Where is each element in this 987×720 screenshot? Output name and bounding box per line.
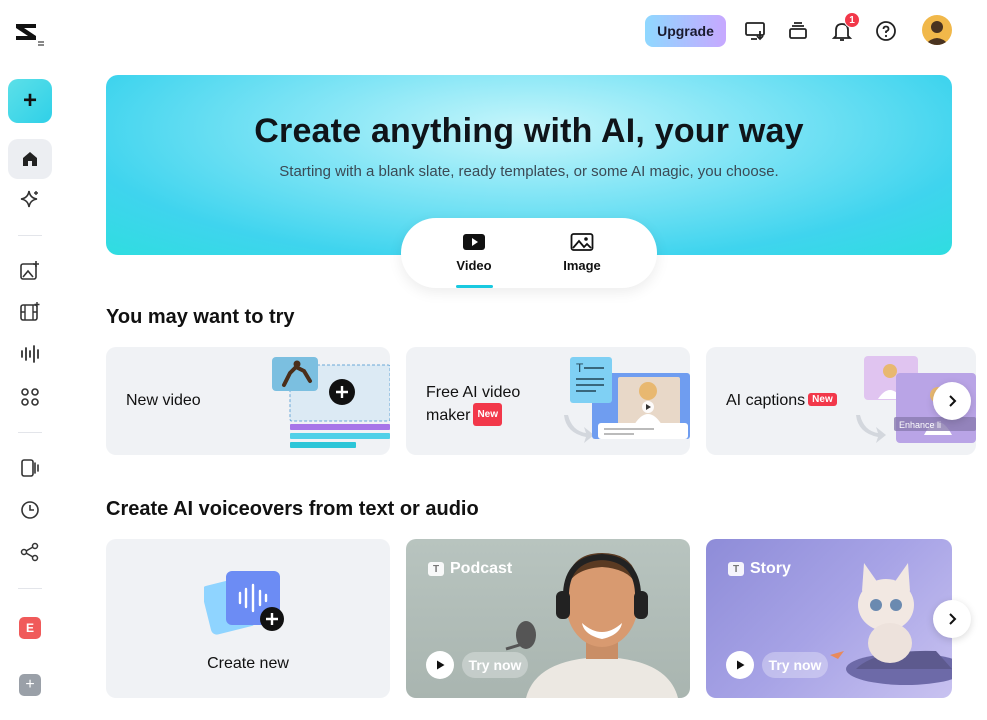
- stack-icon: [789, 22, 807, 39]
- section-title-try: You may want to try: [106, 306, 295, 328]
- sidebar-item-ai[interactable]: [8, 180, 52, 220]
- story-tag-label: Story: [750, 560, 791, 577]
- card-label-text: AI captions: [726, 392, 806, 409]
- plus-icon: +: [22, 87, 37, 114]
- active-tab-indicator: [456, 285, 493, 288]
- clock-icon: [21, 501, 39, 519]
- card-label: Free AI video maker New: [426, 382, 520, 426]
- sidebar-divider: [18, 235, 42, 236]
- section-title-voiceovers: Create AI voiceovers from text or audio: [106, 498, 479, 520]
- tab-image[interactable]: Image: [547, 232, 617, 282]
- play-icon: [437, 660, 445, 670]
- app-root: + E + Upgrade 1 Create anything with AI,…: [0, 0, 987, 720]
- play-icon: [737, 660, 745, 670]
- tab-image-label: Image: [563, 258, 601, 273]
- capcut-logo[interactable]: [12, 18, 48, 48]
- chevron-right-icon: [949, 613, 957, 625]
- help-icon: [876, 21, 896, 41]
- try-carousel-next-button[interactable]: [933, 382, 971, 420]
- film-plus-icon: [20, 302, 40, 321]
- slides-icon: [21, 459, 39, 477]
- caption-overlay-text: Enhance li: [899, 420, 941, 430]
- new-video-card[interactable]: New video: [106, 347, 390, 455]
- card-label: AI captions New: [726, 392, 837, 410]
- share-icon: [20, 542, 39, 562]
- voiceover-create-icon: [204, 571, 284, 635]
- podcast-tag: T Podcast: [428, 560, 512, 578]
- card-label-line2: maker New: [426, 403, 520, 426]
- notification-badge: 1: [844, 12, 860, 28]
- sidebar-item-audio[interactable]: [8, 334, 52, 374]
- image-plus-icon: [20, 261, 39, 280]
- story-voiceover-card[interactable]: T Story Try now: [706, 539, 952, 698]
- team-space-badge[interactable]: E: [19, 617, 41, 639]
- card-label: New video: [126, 392, 201, 409]
- ai-video-maker-illustration: T: [564, 357, 690, 443]
- new-badge: New: [808, 393, 837, 406]
- chevron-right-icon: [949, 395, 957, 407]
- desktop-download-icon: [745, 22, 765, 41]
- sidebar-item-image[interactable]: [8, 251, 52, 291]
- card-label-line2-text: maker: [426, 407, 471, 424]
- upgrade-button[interactable]: Upgrade: [645, 15, 726, 47]
- voiceover-carousel-next-button[interactable]: [933, 600, 971, 638]
- tab-video[interactable]: Video: [439, 232, 509, 282]
- sidebar-divider: [18, 432, 42, 433]
- add-space-button[interactable]: +: [19, 674, 41, 696]
- apps-grid-icon: [21, 388, 39, 406]
- card-label-line1: Free AI video: [426, 384, 521, 401]
- user-avatar[interactable]: [922, 15, 952, 45]
- audio-wave-icon: [21, 345, 39, 363]
- text-icon: T: [428, 562, 444, 576]
- sidebar: + E +: [0, 0, 60, 720]
- create-voiceover-card[interactable]: Create new: [106, 539, 390, 698]
- video-play-icon: [463, 234, 485, 250]
- sidebar-item-slides[interactable]: [8, 448, 52, 488]
- subscription-button[interactable]: [783, 16, 813, 46]
- sidebar-item-share[interactable]: [8, 532, 52, 572]
- sparkle-icon: [20, 190, 38, 208]
- podcast-try-now-button[interactable]: Try now: [462, 652, 528, 678]
- sidebar-item-video[interactable]: [8, 292, 52, 332]
- story-tag: T Story: [728, 560, 791, 578]
- podcast-play-button[interactable]: [426, 651, 454, 679]
- desktop-download-button[interactable]: [740, 16, 770, 46]
- creation-type-tabs: Video Image: [401, 218, 657, 288]
- story-try-now-button[interactable]: Try now: [762, 652, 828, 678]
- podcast-tag-label: Podcast: [450, 560, 513, 577]
- svg-text:T: T: [576, 361, 584, 375]
- story-play-button[interactable]: [726, 651, 754, 679]
- image-icon: [570, 233, 594, 251]
- sidebar-item-apps[interactable]: [8, 377, 52, 417]
- text-icon: T: [728, 562, 744, 576]
- create-new-label: Create new: [207, 655, 289, 672]
- sidebar-item-recent[interactable]: [8, 490, 52, 530]
- podcast-voiceover-card[interactable]: T Podcast Try now: [406, 539, 690, 698]
- sidebar-divider: [18, 588, 42, 589]
- new-badge: New: [473, 403, 503, 426]
- tab-video-label: Video: [456, 258, 492, 273]
- new-video-illustration: [272, 357, 390, 448]
- help-button[interactable]: [871, 16, 901, 46]
- hero-subtitle: Starting with a blank slate, ready templ…: [279, 163, 779, 180]
- ai-video-maker-card[interactable]: Free AI video maker New T: [406, 347, 690, 455]
- hero-title: Create anything with AI, your way: [254, 112, 804, 150]
- avatar-icon: [925, 21, 949, 45]
